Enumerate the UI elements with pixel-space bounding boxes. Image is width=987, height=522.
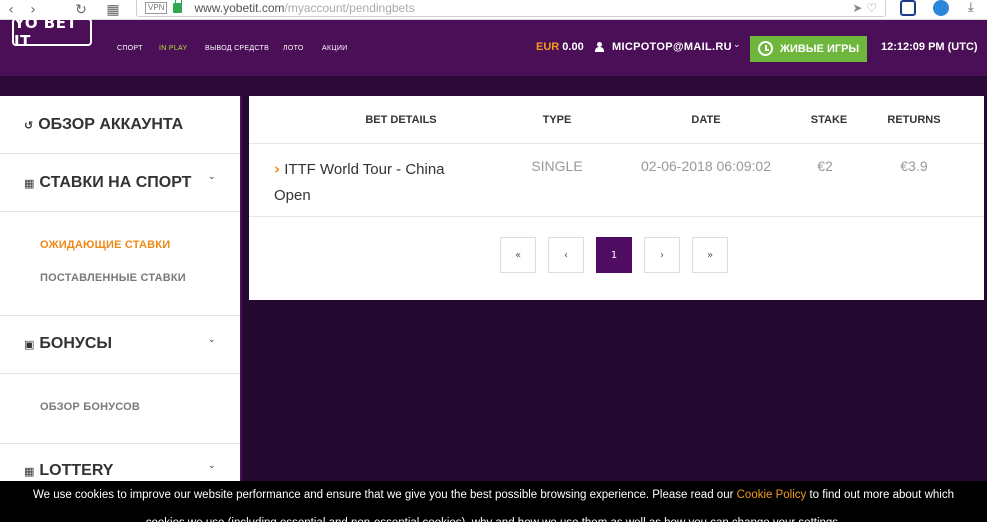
pending-bets-panel: BET DETAILS TYPE DATE STAKE RETURNS › ITT… — [249, 96, 984, 300]
sidebar-item-label: СТАВКИ НА СПОРТ — [39, 174, 192, 191]
site-logo[interactable]: YO BET IT — [12, 14, 92, 50]
sidebar-subsection-sports: ОЖИДАЮЩИЕ СТАВКИ ПОСТАВЛЕННЫЕ СТАВКИ — [0, 212, 240, 316]
live-games-button[interactable]: ЖИВЫЕ ИГРЫ — [750, 36, 867, 62]
address-bar[interactable]: VPN www.yobetit.com/myaccount/pendingbet… — [136, 0, 886, 17]
column-header-stake: STAKE — [810, 114, 848, 126]
browser-toolbar: ‹ › ↻ ▦ VPN www.yobetit.com/myaccount/pe… — [0, 0, 987, 20]
lock-icon[interactable] — [173, 0, 183, 13]
sidebar-item-bonuses[interactable]: ▣ БОНУСЫ — [24, 335, 112, 353]
chevron-down-icon[interactable]: ⌄ — [208, 461, 216, 471]
nav-lotto[interactable]: ЛОТО — [283, 45, 304, 52]
cookie-banner: We use cookies to improve our website pe… — [0, 481, 987, 522]
calendar-icon: ▦ — [24, 464, 35, 478]
bet-type: SINGLE — [531, 158, 583, 174]
user-email[interactable]: MICPOTOP@MAIL.RU — [612, 41, 732, 53]
server-time: 12:12:09 PM (UTC) — [881, 41, 978, 53]
sidebar-item-placed-bets[interactable]: ПОСТАВЛЕННЫЕ СТАВКИ — [40, 272, 186, 284]
sidebar-item-bonus-overview[interactable]: ОБЗОР БОНУСОВ — [40, 401, 140, 413]
column-header-type: TYPE — [542, 114, 572, 126]
sidebar-section-bonuses[interactable]: ▣ БОНУСЫ ⌄ — [0, 316, 240, 374]
sidebar-section-sports[interactable]: ▦ СТАВКИ НА СПОРТ ⌄ — [0, 154, 240, 212]
share-extension-icon[interactable] — [933, 0, 949, 16]
account-sidebar: ↺ ОБЗОР АККАУНТА ▦ СТАВКИ НА СПОРТ ⌄ ОЖИ… — [0, 96, 242, 522]
user-icon — [595, 42, 604, 52]
sidebar-section-overview[interactable]: ↺ ОБЗОР АККАУНТА — [0, 96, 240, 154]
sidebar-item-sports-bets[interactable]: ▦ СТАВКИ НА СПОРТ — [24, 174, 191, 192]
sidebar-item-label: ОБЗОР АККАУНТА — [38, 116, 184, 133]
chevron-down-icon[interactable]: ⌄ — [733, 40, 741, 50]
calendar-icon: ▦ — [24, 176, 35, 190]
bet-returns: €3.9 — [900, 158, 928, 174]
nav-promotions[interactable]: АКЦИИ — [322, 45, 348, 52]
column-header-returns: RETURNS — [887, 114, 941, 126]
bet-stake: €2 — [817, 158, 833, 174]
sidebar-subsection-bonuses: ОБЗОР БОНУСОВ — [0, 374, 240, 444]
account-balance[interactable]: EUR 0.00 — [536, 41, 584, 53]
bet-date: 02-06-2018 06:09:02 — [641, 158, 771, 174]
clock-icon — [758, 41, 773, 56]
tabs-grid-icon[interactable]: ▦ — [102, 0, 124, 20]
download-icon[interactable]: ⤓ — [968, 0, 974, 15]
nav-withdraw[interactable]: ВЫВОД СРЕДСТВ — [205, 45, 269, 52]
column-header-date: DATE — [691, 114, 721, 126]
chevron-down-icon[interactable]: ⌄ — [208, 172, 216, 182]
pagination-first-button[interactable]: « — [500, 237, 536, 273]
nav-in-play[interactable]: IN PLAY — [159, 45, 187, 52]
table-row[interactable]: › ITTF World Tour - China Open — [274, 156, 474, 209]
url-domain: www.yobetit.com — [194, 1, 285, 15]
sidebar-item-label: LOTTERY — [39, 462, 114, 479]
pagination-prev-button[interactable]: ‹ — [548, 237, 584, 273]
gift-icon: ▣ — [24, 337, 35, 351]
sidebar-item-label: БОНУСЫ — [39, 335, 113, 352]
bookmark-heart-icon[interactable]: ➤ ♡ — [852, 1, 877, 15]
vpn-badge[interactable]: VPN — [145, 2, 168, 14]
nav-sport[interactable]: СПОРТ — [117, 45, 143, 52]
pagination-last-button[interactable]: » — [692, 237, 728, 273]
table-row-divider — [249, 216, 984, 217]
pagination-page-1[interactable]: 1 — [596, 237, 632, 273]
pagination-next-button[interactable]: › — [644, 237, 680, 273]
cookie-policy-link[interactable]: Cookie Policy — [737, 489, 807, 501]
chevron-down-icon[interactable]: ⌄ — [208, 335, 216, 345]
url-path: /myaccount/pendingbets — [284, 1, 415, 15]
sidebar-item-lottery[interactable]: ▦ LOTTERY — [24, 462, 113, 480]
table-header-divider — [249, 143, 984, 144]
history-icon: ↺ — [24, 118, 34, 132]
extension-a-icon[interactable] — [900, 0, 916, 16]
bet-event-name: ITTF World Tour - China Open — [274, 161, 445, 204]
cookie-text-before: We use cookies to improve our website pe… — [33, 489, 737, 501]
column-header-bet-details: BET DETAILS — [365, 114, 437, 126]
cookie-text-after: to find out more about which — [806, 489, 954, 501]
cookie-line-2: cookies we use (including essential and … — [0, 509, 987, 522]
cookie-line-1: We use cookies to improve our website pe… — [0, 481, 987, 509]
balance-currency: EUR — [536, 41, 560, 53]
chevron-right-icon[interactable]: › — [274, 160, 280, 178]
sidebar-item-overview[interactable]: ↺ ОБЗОР АККАУНТА — [24, 116, 183, 134]
live-games-label: ЖИВЫЕ ИГРЫ — [780, 43, 860, 55]
sidebar-item-pending-bets[interactable]: ОЖИДАЮЩИЕ СТАВКИ — [40, 239, 170, 251]
header-band — [0, 76, 987, 96]
balance-amount: 0.00 — [562, 41, 584, 53]
